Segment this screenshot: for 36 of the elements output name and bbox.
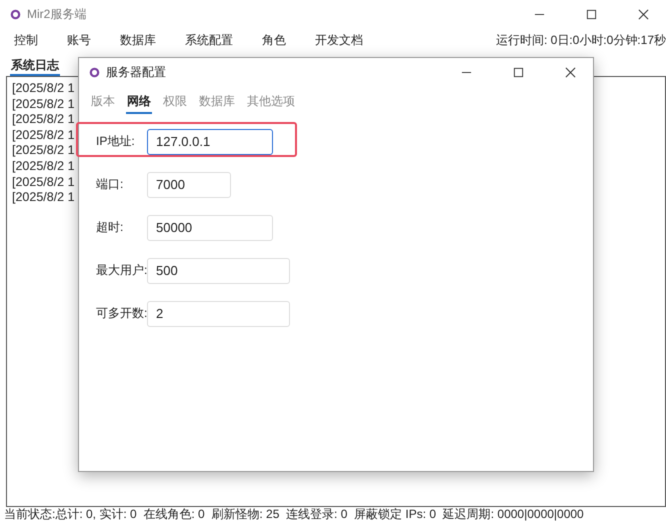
menu-item[interactable]: 数据库 xyxy=(120,32,156,48)
input-field[interactable]: 7000 xyxy=(147,172,231,198)
app-logo-icon xyxy=(89,66,100,78)
log-line: [2025/8/2 1 xyxy=(12,128,75,144)
tab[interactable]: 其他选项 xyxy=(246,91,296,114)
input-field[interactable]: 2 xyxy=(147,300,290,326)
log-line: [2025/8/2 1 xyxy=(12,174,75,190)
field-label: 超时: xyxy=(96,219,124,236)
status-text: 当前状态:总计: 0, 实计: 0 在线角色: 0 刷新怪物: 25 连线登录: 0 屏蔽锁定 IPs: 0 延迟周期: 0000|0000|0000 xyxy=(4,506,584,523)
dialog-title: 服务器配置 xyxy=(106,64,167,80)
tab[interactable]: 权限 xyxy=(162,91,188,114)
input-field[interactable]: 50000 xyxy=(147,214,273,240)
field-label: IP地址: xyxy=(96,133,136,150)
field-label: 端口: xyxy=(96,176,124,193)
window-title: Mir2服务端 xyxy=(27,6,88,22)
log-line: [2025/8/2 1 xyxy=(12,143,75,159)
input-field[interactable]: 127.0.0.1 xyxy=(147,128,273,154)
log-line: [2025/8/2 1 xyxy=(12,158,75,175)
menu-item[interactable]: 开发文档 xyxy=(315,32,363,48)
log-line: [2025/8/2 1 xyxy=(12,112,75,128)
menu-item[interactable]: 系统配置 xyxy=(185,32,233,48)
log-line: [2025/8/2 1 xyxy=(12,190,75,206)
tab[interactable]: 网络 xyxy=(126,91,152,114)
tab[interactable]: 数据库 xyxy=(198,91,236,114)
menu-item[interactable]: 账号 xyxy=(67,32,91,48)
runtime-text: 运行时间: 0日:0小时:0分钟:17秒 xyxy=(496,32,666,48)
field-label: 最大用户: xyxy=(96,262,147,279)
log-line: [2025/8/2 1 xyxy=(12,96,75,112)
tab[interactable]: 系统日志 xyxy=(10,56,60,76)
app-logo-icon xyxy=(10,8,21,20)
field-label: 可多开数: xyxy=(96,305,147,322)
input-field[interactable]: 500 xyxy=(147,258,290,284)
tab[interactable]: 版本 xyxy=(90,91,116,114)
menu-item[interactable]: 控制 xyxy=(14,32,38,48)
log-line: [2025/8/2 1 xyxy=(12,81,75,97)
menu-item[interactable]: 角色 xyxy=(262,32,286,48)
